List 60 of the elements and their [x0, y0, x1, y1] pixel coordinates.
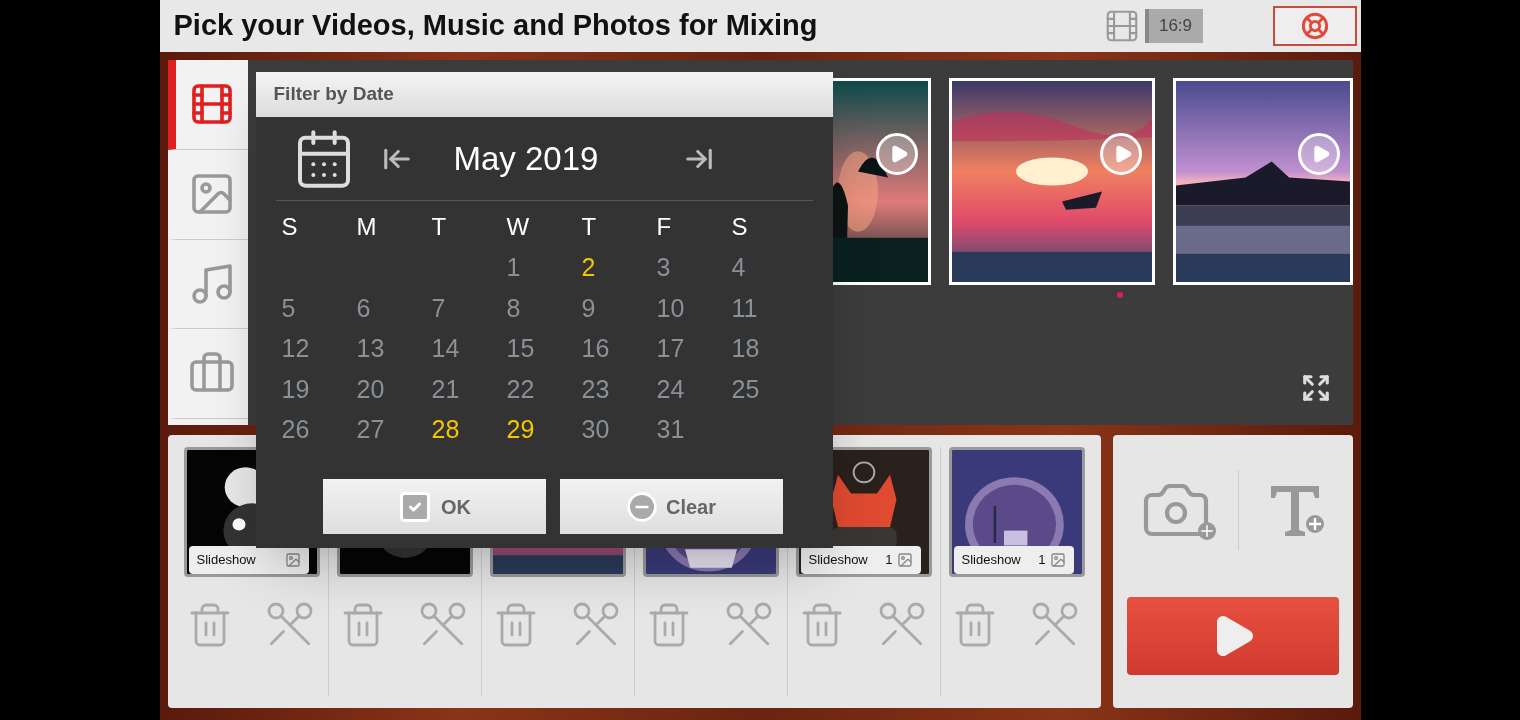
image-icon	[1049, 552, 1066, 568]
help-button[interactable]	[1272, 6, 1357, 46]
calendar-day[interactable]: 27	[356, 409, 432, 450]
calendar-day[interactable]: 26	[281, 409, 357, 450]
fullscreen-icon[interactable]	[1300, 373, 1331, 403]
clip-label: Slideshow	[961, 551, 1022, 570]
calendar-day[interactable]: 7	[431, 287, 507, 328]
calendar-day[interactable]: 22	[506, 368, 582, 409]
month-label: May 2019	[453, 138, 600, 179]
calendar-day[interactable]: 21	[431, 368, 507, 409]
calendar-day[interactable]: 11	[731, 287, 807, 328]
calendar-day[interactable]: 6	[356, 287, 432, 328]
calendar-day[interactable]: 13	[356, 328, 432, 369]
play-icon[interactable]	[875, 133, 918, 175]
calendar-day[interactable]: 15	[506, 328, 582, 369]
calendar-day[interactable]: 5	[281, 287, 357, 328]
page-title: Pick your Videos, Music and Photos for Mixing	[173, 8, 819, 44]
calendar-day[interactable]: 20	[356, 368, 432, 409]
calendar-day[interactable]: 28	[431, 409, 507, 450]
weekday-label: F	[656, 212, 673, 242]
calendar-day[interactable]: 25	[731, 368, 807, 409]
calendar-day[interactable]: 10	[656, 287, 732, 328]
minus-icon	[626, 490, 658, 523]
weekday-label: T	[581, 212, 598, 242]
weekday-label: T	[431, 212, 448, 242]
clear-button[interactable]: Clear	[559, 479, 783, 534]
clip-label: Slideshow	[196, 551, 257, 570]
sidebar-tab[interactable]	[167, 60, 248, 150]
calendar-day[interactable]: 29	[506, 409, 582, 450]
calendar-day[interactable]: 30	[581, 409, 657, 450]
calendar-day[interactable]: 3	[656, 247, 732, 288]
photo-count: 1	[1038, 551, 1046, 570]
calendar-day[interactable]: 23	[581, 368, 657, 409]
weekday-label: S	[281, 212, 299, 242]
calendar-day[interactable]: 19	[281, 368, 357, 409]
calendar-day[interactable]: 24	[656, 368, 732, 409]
weekday-label: M	[356, 212, 378, 242]
clip-label: Slideshow	[808, 551, 869, 570]
calendar-day[interactable]: 16	[581, 328, 657, 369]
calendar-day[interactable]: 4	[731, 247, 807, 288]
dialog-title: Filter by Date	[273, 82, 394, 107]
calendar-day[interactable]: 12	[281, 328, 357, 369]
clip-card[interactable]: Slideshow 1	[948, 447, 1085, 577]
calendar-day[interactable]: 18	[731, 328, 807, 369]
weekday-label: S	[731, 212, 749, 242]
image-icon	[896, 552, 913, 568]
calendar-day[interactable]: 17	[656, 328, 732, 369]
weekday-label: W	[506, 212, 531, 242]
photo-count: 1	[885, 551, 893, 570]
lifebuoy-icon	[1300, 12, 1329, 40]
calendar-day[interactable]: 14	[431, 328, 507, 369]
calendar-day[interactable]: 31	[656, 409, 732, 450]
ok-button[interactable]: OK	[322, 479, 546, 534]
calendar-day[interactable]: 9	[581, 287, 657, 328]
aspect-ratio-button[interactable]: 16:9	[1144, 9, 1203, 43]
calendar-day[interactable]: 8	[506, 287, 582, 328]
image-icon	[284, 552, 301, 568]
calendar-day[interactable]: 2	[581, 247, 657, 288]
play-button[interactable]	[1126, 597, 1339, 675]
calendar-day[interactable]: 1	[506, 247, 582, 288]
